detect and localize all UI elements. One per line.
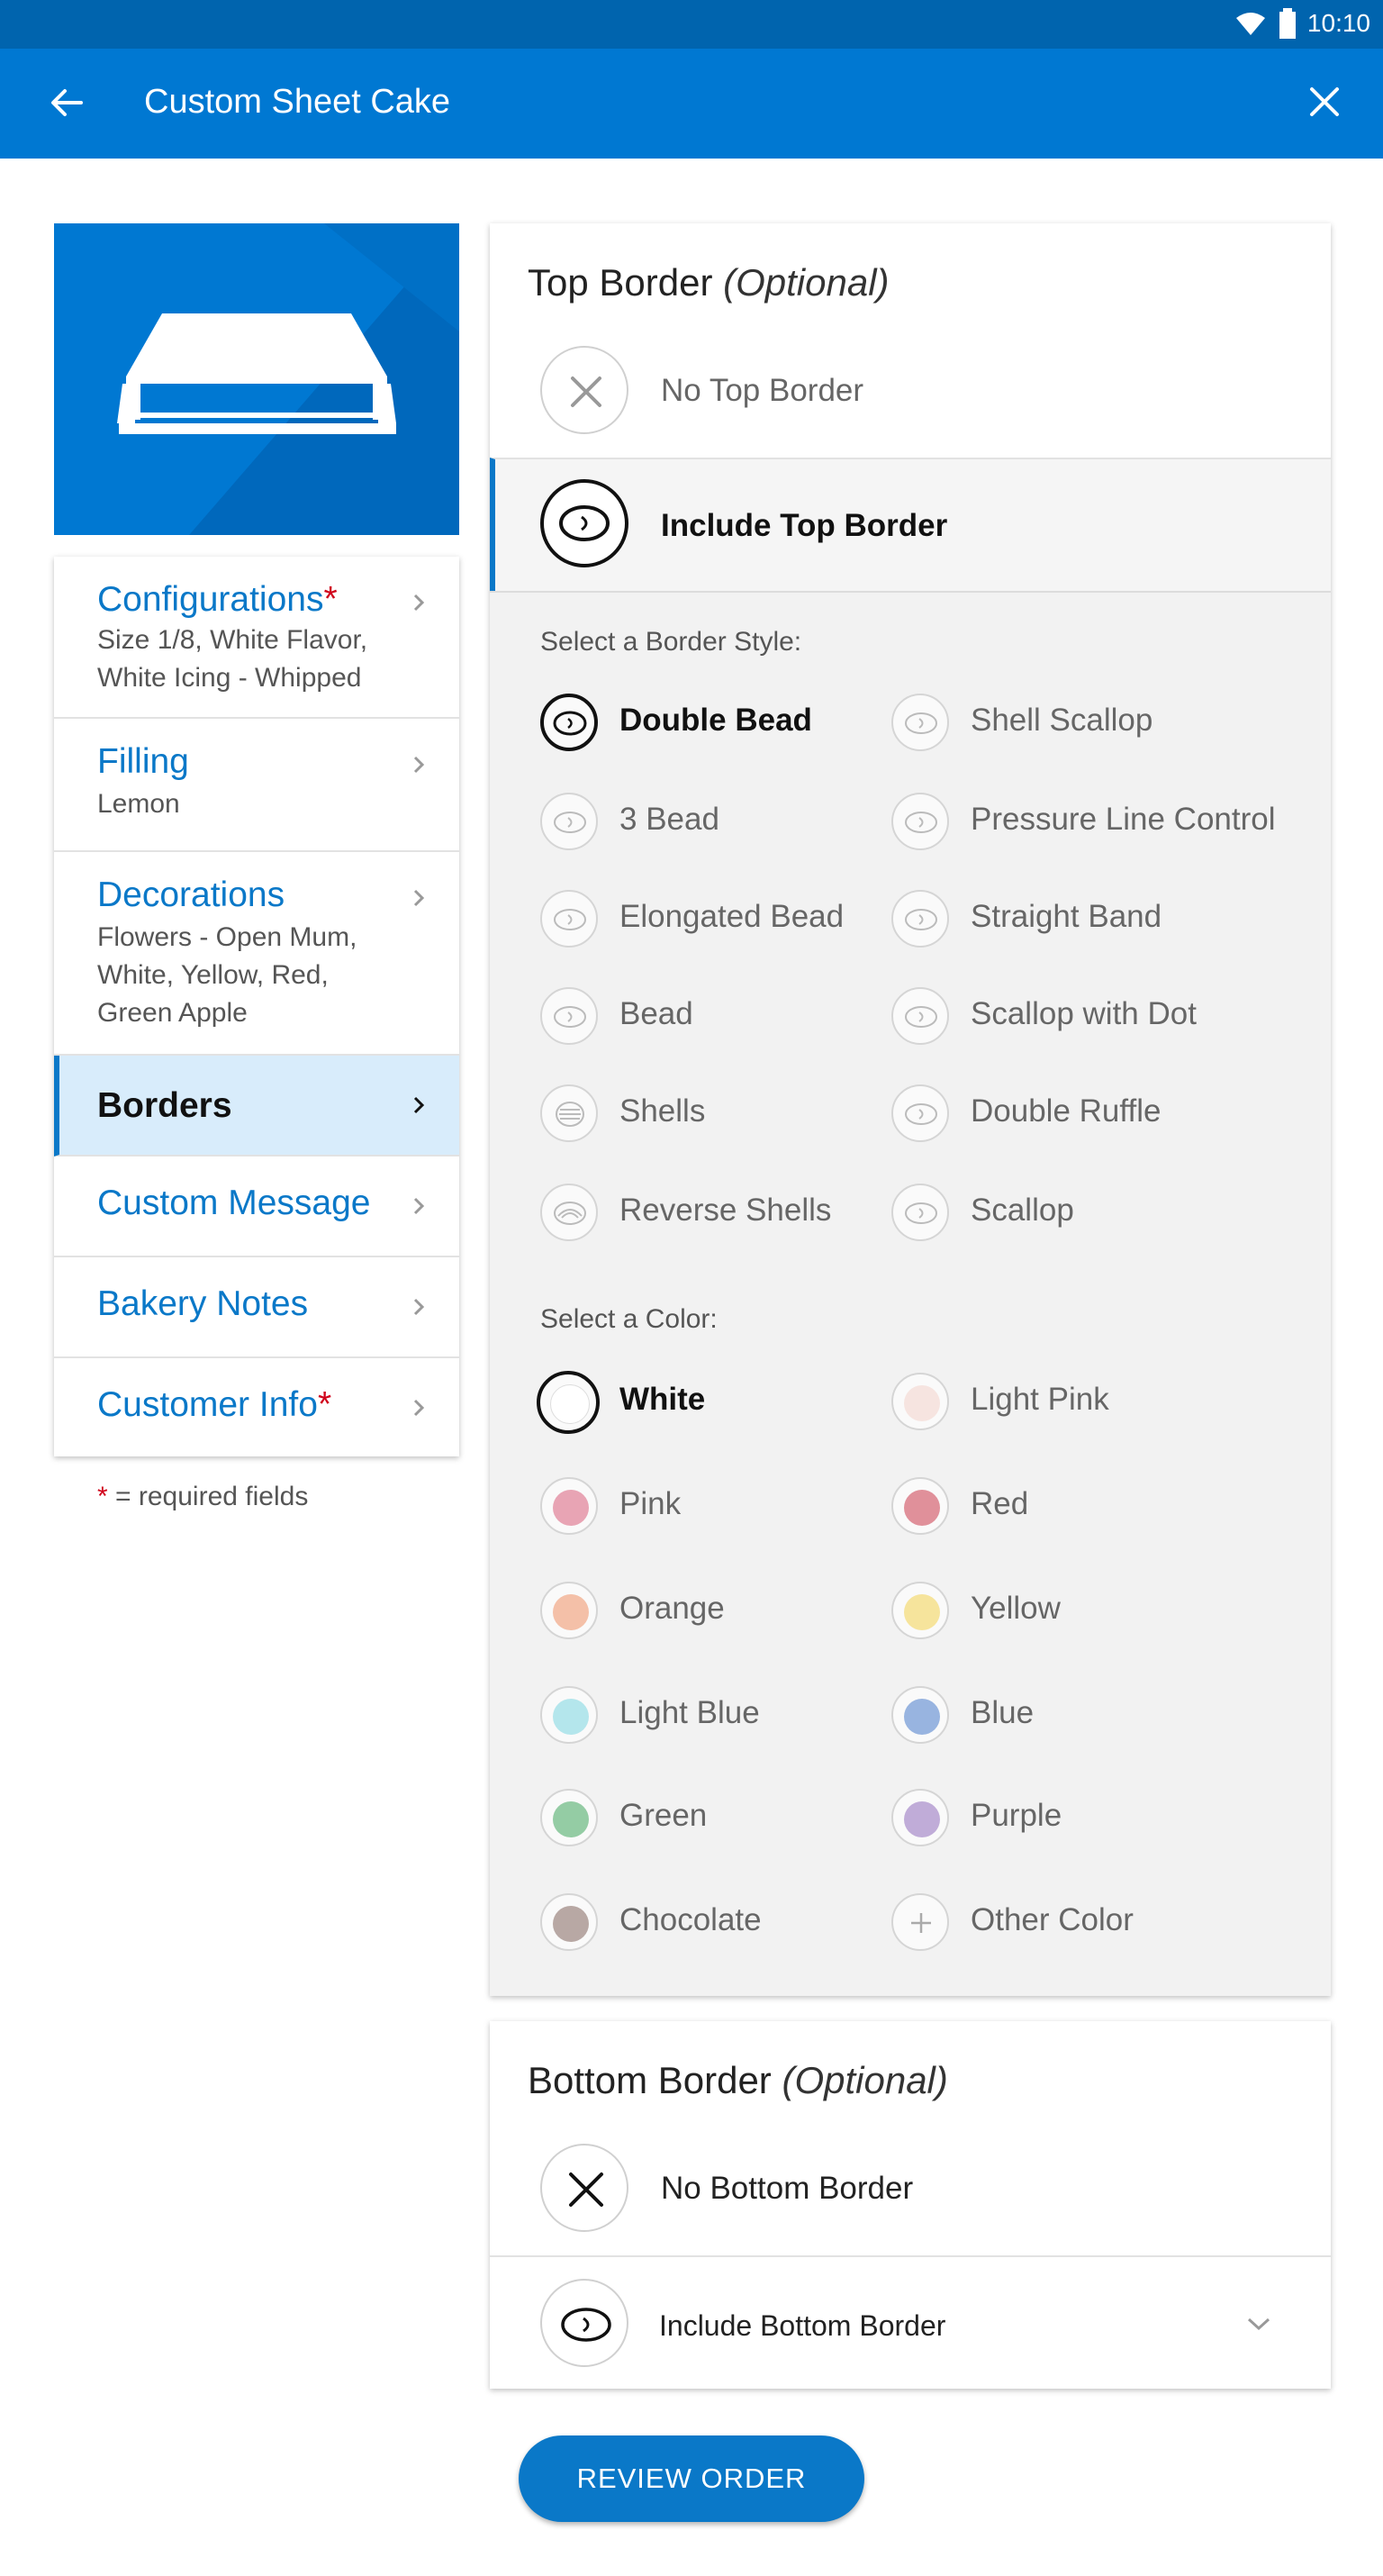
cake-hero-image — [54, 223, 459, 535]
sheet-cake-icon — [117, 223, 459, 535]
double-ruffle-icon — [891, 1084, 949, 1142]
nav-item-label: Borders — [97, 1086, 232, 1125]
no-border-icon — [540, 2144, 628, 2232]
border-style-icon — [540, 479, 628, 567]
page-title: Custom Sheet Cake — [144, 83, 451, 121]
nav-item-bakery-notes[interactable]: Bakery Notes — [54, 1257, 459, 1358]
chevron-right-icon — [413, 1399, 425, 1417]
top-border-options-panel: Select a Border Style: Double Bead Shell… — [490, 591, 1331, 1996]
shell-scallop-icon — [891, 694, 949, 751]
color-swatch — [891, 1477, 949, 1535]
nav-item-label: Filling — [97, 742, 189, 781]
shells-icon — [540, 1084, 598, 1142]
top-border-card: Top Border (Optional) No Top Border Incl… — [490, 223, 1331, 1996]
chevron-right-icon — [413, 1298, 425, 1316]
order-steps-nav: Configurations* Size 1/8, White Flavor, … — [54, 557, 459, 1456]
plus-icon — [891, 1893, 949, 1951]
chevron-right-icon — [413, 889, 425, 907]
chevron-right-icon — [413, 1096, 425, 1114]
required-fields-note: * = required fields — [97, 1482, 309, 1511]
review-order-button[interactable]: REVIEW ORDER — [519, 2435, 864, 2522]
required-star: * — [317, 1385, 332, 1424]
nav-item-sub: Lemon — [97, 789, 180, 819]
nav-item-label: Configurations — [97, 580, 324, 619]
nav-item-sub: Size 1/8, White Flavor, — [97, 625, 368, 655]
border-style-icon — [540, 2279, 628, 2367]
bead-icon — [540, 987, 598, 1045]
scallop-icon — [891, 1184, 949, 1241]
top-border-title: Top Border (Optional) — [528, 261, 890, 304]
include-bottom-border-option[interactable]: Include Bottom Border — [490, 2257, 1331, 2389]
bottom-border-card: Bottom Border (Optional) No Bottom Borde… — [490, 2021, 1331, 2389]
required-star: * — [323, 580, 338, 619]
elongated-bead-icon — [540, 890, 598, 948]
no-top-border-option[interactable]: No Top Border — [490, 346, 1331, 461]
nav-item-customer-info[interactable]: Customer Info* — [54, 1358, 459, 1456]
nav-item-sub: Green Apple — [97, 998, 248, 1028]
chevron-right-icon — [413, 594, 425, 612]
app-bar: Custom Sheet Cake — [0, 49, 1383, 159]
double-bead-icon — [540, 694, 598, 751]
color-swatch — [540, 1789, 598, 1846]
nav-item-label: Custom Message — [97, 1184, 371, 1222]
nav-item-filling[interactable]: Filling Lemon — [54, 719, 459, 852]
wifi-icon — [1236, 13, 1265, 35]
chevron-down-icon[interactable] — [1246, 2315, 1271, 2333]
no-border-icon — [540, 346, 628, 434]
chevron-right-icon — [413, 756, 425, 774]
chevron-right-icon — [413, 1197, 425, 1215]
nav-item-configurations[interactable]: Configurations* Size 1/8, White Flavor, … — [54, 557, 459, 719]
nav-item-sub: White, Yellow, Red, — [97, 960, 329, 990]
back-arrow-icon[interactable] — [47, 83, 86, 122]
nav-item-decorations[interactable]: Decorations Flowers - Open Mum, White, Y… — [54, 852, 459, 1056]
include-top-border-option[interactable]: Include Top Border — [490, 458, 1331, 591]
close-icon[interactable] — [1304, 81, 1345, 122]
nav-item-custom-message[interactable]: Custom Message — [54, 1156, 459, 1257]
color-swatch — [891, 1373, 949, 1430]
nav-item-borders[interactable]: Borders — [54, 1056, 459, 1156]
no-bottom-border-option[interactable]: No Bottom Border — [490, 2144, 1331, 2252]
color-swatch — [891, 1582, 949, 1639]
color-swatch — [540, 1582, 598, 1639]
color-swatch — [540, 1893, 598, 1951]
straight-band-icon — [891, 890, 949, 948]
bottom-border-title: Bottom Border (Optional) — [528, 2059, 948, 2101]
nav-item-label: Decorations — [97, 875, 285, 914]
border-style-label: Select a Border Style: — [540, 627, 802, 657]
color-swatch — [540, 1686, 598, 1744]
nav-item-sub: Flowers - Open Mum, — [97, 922, 357, 952]
pressure-line-icon — [891, 793, 949, 850]
color-swatch — [537, 1371, 600, 1434]
nav-item-label: Bakery Notes — [97, 1284, 309, 1323]
color-label: Select a Color: — [540, 1304, 718, 1334]
nav-item-sub: White Icing - Whipped — [97, 663, 362, 693]
nav-item-label: Customer Info — [97, 1385, 318, 1424]
status-time: 10:10 — [1306, 9, 1370, 37]
color-swatch — [540, 1477, 598, 1535]
three-bead-icon — [540, 793, 598, 850]
battery-icon — [1279, 8, 1296, 39]
scallop-dot-icon — [891, 987, 949, 1045]
reverse-shells-icon — [540, 1184, 598, 1241]
color-swatch — [891, 1789, 949, 1846]
status-bar: 10:10 — [0, 0, 1383, 49]
color-swatch — [891, 1686, 949, 1744]
